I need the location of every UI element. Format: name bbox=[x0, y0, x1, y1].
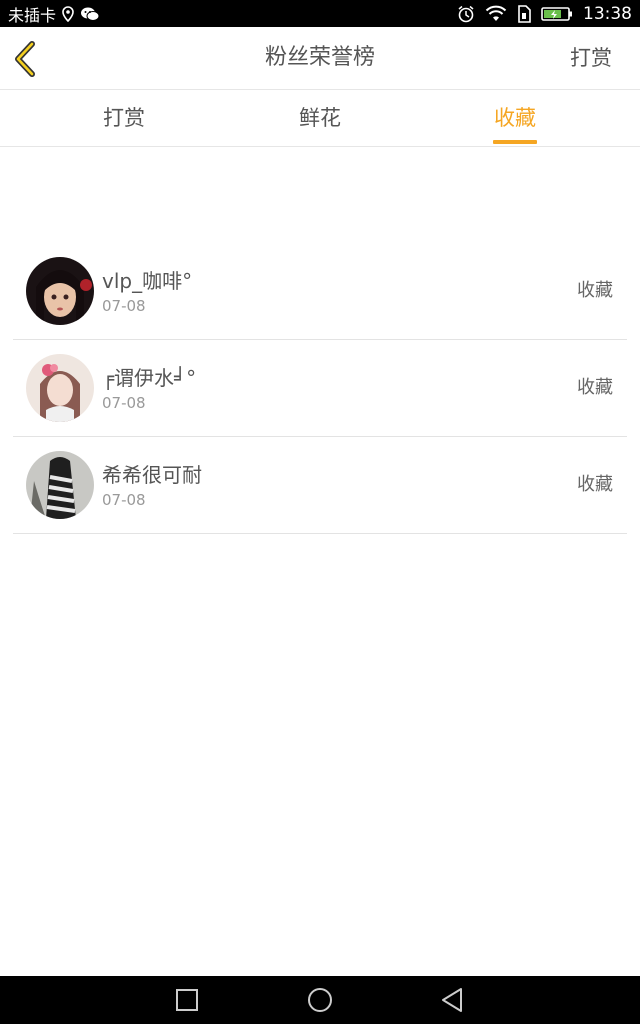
recent-apps-button[interactable] bbox=[172, 985, 202, 1015]
list-item[interactable]: ╒谓伊水╛° 07-08 收藏 bbox=[13, 340, 627, 437]
carrier-text: 未插卡 bbox=[8, 5, 57, 25]
home-icon bbox=[308, 988, 332, 1012]
chevron-left-icon bbox=[15, 41, 35, 77]
tab-favorites[interactable]: 收藏 bbox=[465, 90, 565, 146]
fan-name: ╒谓伊水╛° bbox=[102, 366, 197, 390]
alarm-icon bbox=[457, 5, 475, 23]
home-button[interactable] bbox=[305, 985, 335, 1015]
list-item[interactable]: 希希很可耐 07-08 收藏 bbox=[13, 437, 627, 534]
battery-icon bbox=[541, 6, 573, 22]
avatar bbox=[26, 257, 94, 325]
reward-button[interactable]: 打赏 bbox=[570, 27, 612, 89]
system-nav-bar bbox=[0, 976, 640, 1024]
fan-name: 希希很可耐 bbox=[102, 463, 202, 487]
page-title: 粉丝荣誉榜 bbox=[264, 45, 375, 70]
status-bar: 未插卡 13:38 bbox=[0, 0, 640, 27]
header: 粉丝荣誉榜 打赏 bbox=[0, 27, 640, 90]
fan-action: 收藏 bbox=[577, 474, 613, 495]
avatar bbox=[26, 451, 94, 519]
fan-action: 收藏 bbox=[577, 280, 613, 301]
fan-date: 07-08 bbox=[102, 297, 146, 315]
status-bar-left: 未插卡 bbox=[8, 0, 100, 27]
active-tab-indicator bbox=[493, 140, 537, 144]
fan-list: vlp_咖啡° 07-08 收藏 ╒谓伊水╛° 07-08 收藏 希希很可耐 0… bbox=[13, 243, 627, 534]
status-bar-right: 13:38 bbox=[457, 0, 632, 27]
tab-flowers[interactable]: 鲜花 bbox=[270, 90, 370, 146]
fan-date: 07-08 bbox=[102, 394, 146, 412]
fan-name: vlp_咖啡° bbox=[102, 269, 193, 293]
location-icon bbox=[62, 5, 74, 22]
wifi-icon bbox=[485, 5, 507, 22]
tab-bar: 打赏 鲜花 收藏 bbox=[0, 90, 640, 147]
fan-date: 07-08 bbox=[102, 491, 146, 509]
list-item[interactable]: vlp_咖啡° 07-08 收藏 bbox=[13, 243, 627, 340]
avatar bbox=[26, 354, 94, 422]
back-button[interactable] bbox=[8, 39, 44, 79]
back-nav-icon bbox=[442, 988, 462, 1012]
sim-icon bbox=[517, 4, 531, 23]
status-time: 13:38 bbox=[583, 3, 632, 24]
wechat-icon bbox=[80, 6, 100, 22]
fan-action: 收藏 bbox=[577, 377, 613, 398]
back-nav-button[interactable] bbox=[437, 985, 467, 1015]
tab-reward[interactable]: 打赏 bbox=[74, 90, 174, 146]
recent-apps-icon bbox=[176, 989, 198, 1011]
